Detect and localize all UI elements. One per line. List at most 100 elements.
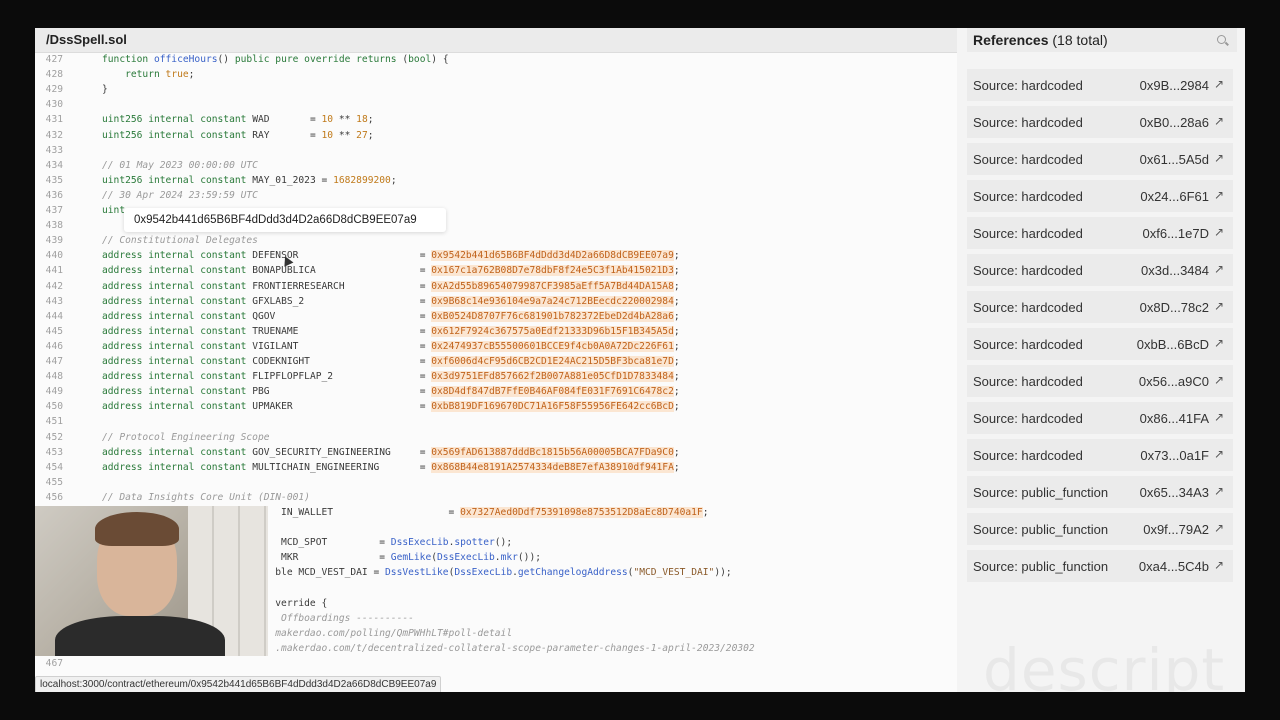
- code-line: 467: [35, 656, 957, 671]
- status-bar-url: localhost:3000/contract/ethereum/0x9542b…: [35, 676, 442, 692]
- line-number: 428: [45, 69, 63, 81]
- code-text: address internal constant UPMAKER = 0xbB…: [102, 399, 680, 414]
- code-token: address internal constant: [102, 386, 253, 398]
- reference-source: Source: public_function: [973, 485, 1109, 500]
- code-line: 453 address internal constant GOV_SECURIT…: [35, 445, 957, 460]
- line-number: 452: [45, 431, 63, 443]
- reference-item[interactable]: Source: hardcoded 0x61...5A5d ↗: [967, 143, 1233, 175]
- address-literal[interactable]: 0x2474937cB55500601BCCE9f4cb0A0A72Dc226F…: [431, 340, 674, 352]
- external-link-icon[interactable]: ↗: [1214, 262, 1224, 276]
- reference-item[interactable]: Source: public_function 0x9f...79A2 ↗: [967, 513, 1233, 545]
- line-number: 447: [45, 356, 63, 367]
- address-literal[interactable]: 0x868B44e8191A2574334deB8E7efA38910df941…: [431, 461, 674, 473]
- line-number: 467: [45, 658, 63, 669]
- external-link-icon[interactable]: ↗: [1214, 114, 1224, 128]
- code-line: 449 address internal constant PBG = 0x8D4…: [35, 384, 957, 399]
- code-token: bool: [408, 54, 432, 65]
- search-icon[interactable]: [1217, 35, 1226, 44]
- reference-item[interactable]: Source: hardcoded 0x73...0a1F ↗: [967, 439, 1233, 471]
- address-literal[interactable]: 0x7327Aed0Ddf75391098e8753512D8aEc8D740a…: [460, 507, 703, 518]
- external-link-icon[interactable]: ↗: [1214, 336, 1224, 350]
- line-number: 449: [45, 386, 63, 398]
- code-text: address internal constant QGOV = 0xB0524…: [102, 309, 680, 324]
- code-text: address internal constant PBG = 0x8D4df8…: [102, 384, 680, 399]
- external-link-icon[interactable]: ↗: [1214, 373, 1224, 387]
- reference-item[interactable]: Source: hardcoded 0xB0...28a6 ↗: [967, 106, 1233, 138]
- code-line: 439 // Constitutional Delegates: [35, 233, 957, 248]
- reference-address: 0x86...41FA: [1139, 411, 1209, 426]
- address-literal[interactable]: 0x3d9751EFd857662f2B007A881e05CfD1D78334…: [431, 371, 674, 383]
- code-token: BONAPUBLICA =: [252, 265, 432, 277]
- code-token: ;: [367, 129, 374, 141]
- address-literal[interactable]: 0xbB819DF169670DC71A16F58F55956FE642cc6B…: [431, 401, 674, 413]
- code-token: ));: [714, 567, 732, 579]
- external-link-icon[interactable]: ↗: [1214, 484, 1224, 498]
- code-token: getChangelogAddress: [517, 567, 628, 579]
- code-token: officeHours: [153, 54, 218, 65]
- line-number: 427: [45, 54, 63, 65]
- address-literal[interactable]: 0x8D4df847dB7FfE0B46AF084fE031F7691C6478…: [431, 386, 674, 398]
- code-token: address internal constant: [102, 310, 253, 322]
- reference-address: 0x61...5A5d: [1139, 152, 1209, 167]
- address-literal[interactable]: 0x9542b441d65B6BF4dDdd3d4D2a66D8dCB9EE07…: [431, 250, 674, 262]
- reference-item[interactable]: Source: public_function 0xa4...5C4b ↗: [967, 550, 1233, 582]
- code-token: address internal constant: [102, 401, 253, 413]
- line-number: 445: [45, 325, 63, 337]
- line-number: 439: [45, 235, 63, 247]
- code-token: ;: [673, 461, 680, 473]
- code-token: VIGILANT =: [252, 340, 432, 352]
- reference-address: 0x9B...2984: [1139, 78, 1209, 93]
- code-token: PBG =: [252, 386, 432, 398]
- reference-item[interactable]: Source: public_function 0x65...34A3 ↗: [967, 476, 1233, 508]
- reference-item[interactable]: Source: hardcoded 0xf6...1e7D ↗: [967, 217, 1233, 249]
- code-token: TRUENAME =: [252, 325, 432, 337]
- code-token: ;: [702, 507, 709, 518]
- code-text: // Protocol Engineering Scope: [102, 430, 270, 445]
- reference-source: Source: hardcoded: [973, 337, 1083, 352]
- code-token: 10: [321, 129, 334, 141]
- code-line: 441 address internal constant BONAPUBLICA…: [35, 263, 957, 278]
- reference-source: Source: hardcoded: [973, 300, 1083, 315]
- external-link-icon[interactable]: ↗: [1214, 521, 1224, 535]
- code-token: 27: [356, 129, 368, 141]
- external-link-icon[interactable]: ↗: [1214, 77, 1224, 91]
- address-literal[interactable]: 0x569fAD613887dddBc1815b56A00005BCA7FDa9…: [431, 446, 674, 458]
- external-link-icon[interactable]: ↗: [1214, 225, 1224, 239]
- reference-item[interactable]: Source: hardcoded 0x56...a9C0 ↗: [967, 365, 1233, 397]
- address-literal[interactable]: 0x9B68c14e936104e9a7a24c712BEecdc2200029…: [431, 295, 674, 307]
- external-link-icon[interactable]: ↗: [1214, 558, 1224, 572]
- reference-item[interactable]: Source: hardcoded 0x8D...78c2 ↗: [967, 291, 1233, 323]
- reference-address: 0xbB...6BcD: [1136, 337, 1209, 352]
- code-line: 456 // Data Insights Core Unit (DIN-001): [35, 490, 957, 505]
- reference-item[interactable]: Source: hardcoded 0xbB...6BcD ↗: [967, 328, 1233, 360]
- code-token: 10: [321, 114, 334, 126]
- line-number: 450: [45, 401, 63, 413]
- code-text: address internal constant GFXLABS_2 = 0x…: [102, 294, 680, 309]
- address-literal[interactable]: 0x167c1a762B08D7e78dbF8f24e5C3f1Ab415021…: [431, 265, 674, 277]
- address-literal[interactable]: 0xA2d55b89654079987CF3985aEff5A7Bd44DA15…: [431, 280, 674, 292]
- reference-address: 0x24...6F61: [1140, 189, 1209, 204]
- address-literal[interactable]: 0x612F7924c367575a0Edf21333D96b15F1B345A…: [431, 325, 674, 337]
- reference-item[interactable]: Source: hardcoded 0x86...41FA ↗: [967, 402, 1233, 434]
- external-link-icon[interactable]: ↗: [1214, 299, 1224, 313]
- external-link-icon[interactable]: ↗: [1214, 151, 1224, 165]
- reference-item[interactable]: Source: hardcoded 0x9B...2984 ↗: [967, 69, 1233, 101]
- code-line: 427 function officeHours() public pure ov…: [35, 52, 957, 67]
- address-literal[interactable]: 0xf6006d4cF95d6CB2CD1E24AC215D5BF3bca81e…: [431, 356, 674, 367]
- webcam-overlay: [35, 506, 268, 656]
- external-link-icon[interactable]: ↗: [1214, 447, 1224, 461]
- reference-item[interactable]: Source: hardcoded 0x24...6F61 ↗: [967, 180, 1233, 212]
- reference-item[interactable]: Source: hardcoded 0x3d...3484 ↗: [967, 254, 1233, 286]
- code-token: ;: [673, 250, 680, 262]
- external-link-icon[interactable]: ↗: [1214, 188, 1224, 202]
- reference-source: Source: hardcoded: [973, 448, 1083, 463]
- address-literal[interactable]: 0xB0524D8707F76c681901b782372EbeD2d4bA28…: [431, 310, 674, 322]
- code-line: 435 uint256 internal constant MAY_01_2023…: [35, 173, 957, 188]
- code-line: 446 address internal constant VIGILANT = …: [35, 339, 957, 354]
- code-token: ;: [673, 295, 680, 307]
- code-line: 447 address internal constant CODEKNIGHT …: [35, 354, 957, 369]
- presenter-shirt: [55, 616, 225, 656]
- external-link-icon[interactable]: ↗: [1214, 410, 1224, 424]
- line-number: 429: [45, 84, 63, 96]
- code-token: GemLike: [390, 552, 432, 564]
